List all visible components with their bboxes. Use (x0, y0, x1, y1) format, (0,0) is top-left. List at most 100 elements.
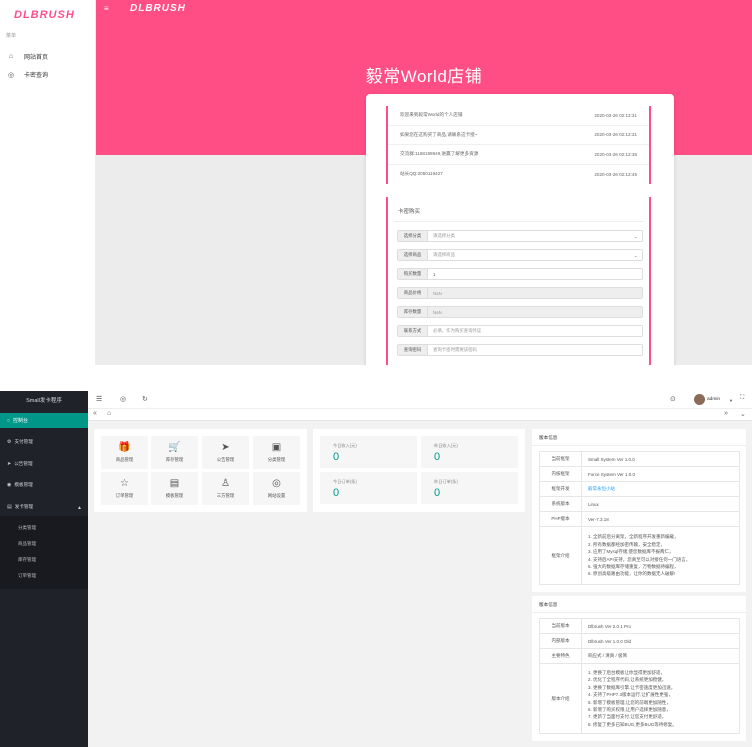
category-select[interactable]: 选择分类 请选择分类 ⌄ (397, 230, 643, 242)
sidebar-item-payment[interactable]: ⚙ 支付管理 (7, 439, 33, 445)
stat-value: 0 (333, 451, 340, 463)
avatar[interactable] (694, 394, 705, 405)
quick-third-party[interactable]: ♙ 三方管理 (202, 472, 249, 505)
row-key: PHP版本 (539, 511, 582, 527)
quick-category[interactable]: ▣ 分类管理 (253, 436, 300, 469)
row-value: Dlbrush Ver 2.0.1 Pro (581, 618, 740, 634)
quick-label: 库存管理 (165, 457, 184, 462)
sidebar-item-label: 控制台 (13, 418, 29, 424)
notice-list: 欢迎来到毅常World的个人店铺 2020-03-26 02:13:31 如果您… (386, 106, 651, 184)
globe-icon: ◎ (7, 71, 15, 79)
notice-item: 交流群:1158199849,进赢了解更多资源 2020-03-26 02:13… (388, 145, 649, 165)
intro-line: 6. 原创高级路由功能，让你的数据无人破解! (588, 571, 676, 577)
chevron-down-icon[interactable]: ⌄ (634, 250, 642, 260)
hamburger-icon[interactable]: ≡ (104, 4, 109, 13)
table-row: 框架开发 毅常永恒小站 (539, 481, 740, 497)
chevron-down-icon[interactable]: ⌄ (634, 231, 642, 241)
quick-stock[interactable]: 🛒 库存管理 (151, 436, 198, 469)
intro-line: 5. 新增了模板管理,让您的前端更加随性， (588, 699, 671, 705)
field-label: 查询密码 (398, 345, 428, 355)
quick-links-panel: 🎁 商品管理 🛒 库存管理 ➤ 公告管理 ▣ 分类管理 ☆ 订单管理 ▤ 模板管 (94, 429, 307, 512)
shop-card: 欢迎来到毅常World的个人店铺 2020-03-26 02:13:31 如果您… (366, 94, 674, 365)
field-label: 购买数量 (398, 269, 428, 279)
header-logo[interactable]: DLBRUSH (130, 3, 186, 14)
username[interactable]: admin (707, 397, 720, 402)
quick-notice[interactable]: ➤ 公告管理 (202, 436, 249, 469)
admin-brand[interactable]: Small发卡程序 (0, 391, 88, 409)
quantity-row: 购买数量 1 (397, 268, 643, 280)
product-select[interactable]: 选择商品 请选择商品 ⌄ (397, 249, 643, 261)
contact-input[interactable]: 必填，作为购买查询凭证 (428, 326, 642, 336)
console-icon: ○ (7, 417, 11, 424)
intro-list: 1. 全新前后分离架，全新程序开发重新编载， 2. 所有数据都经加密传输，安全稳… (581, 526, 740, 585)
lock-icon[interactable]: ⊙ (670, 395, 676, 403)
submenu-item-stock[interactable]: 库存管理 (18, 557, 36, 563)
quick-site-settings[interactable]: ◎ 网站设置 (253, 472, 300, 505)
field-label: 联系方式 (398, 326, 428, 336)
intro-line: 2. 优化了全程序代码,让系统更加稳健， (588, 677, 667, 683)
program-info-table: 当前版本 Dlbrush Ver 2.0.1 Pro 内部版本 Dlbrush Ve… (539, 618, 740, 734)
refresh-icon[interactable]: ↻ (142, 395, 148, 403)
table-row: 系统版本 Linux (539, 496, 740, 512)
intro-line: 3. 应用了Mysql存储,使您数据库不报两仁， (588, 549, 674, 555)
row-key: 当前版本 (539, 618, 582, 634)
quick-label: 订单管理 (115, 493, 134, 498)
send-icon: ➤ (221, 442, 230, 453)
fullscreen-icon[interactable]: ⛶ (740, 395, 744, 402)
intro-line: 2. 所有数据都经加密传输，安全稳定， (588, 541, 666, 547)
tab-home-icon[interactable]: ⌂ (107, 410, 111, 417)
row-key: 当前框架 (539, 451, 582, 467)
stat-today-orders: 今日订单(条) 0 (320, 472, 417, 504)
sidebar-item-home[interactable]: ⌂ 网站首页 (6, 52, 48, 61)
admin-tabbar: « ⌂ » ⌄ (88, 409, 752, 421)
developer-link[interactable]: 毅常永恒小站 (588, 486, 615, 491)
stat-value: 0 (333, 487, 340, 499)
row-key: 内核框架 (539, 466, 582, 482)
row-key: 框架介绍 (539, 526, 582, 585)
sidebar-toggle-icon[interactable]: ☰ (96, 395, 102, 403)
notice-text: 欢迎来到毅常World的个人店铺 (400, 112, 463, 118)
sidebar-item-console[interactable]: ○ 控制台 (0, 413, 88, 428)
sidebar-item-template[interactable]: ◉ 模板管理 (7, 482, 33, 488)
row-value: 响应式 / 清爽 / 极简 (581, 648, 740, 664)
quick-template[interactable]: ▤ 模板管理 (151, 472, 198, 505)
stock-value: NaN (428, 307, 642, 317)
row-key: 主要特色 (539, 648, 582, 664)
tab-next-icon[interactable]: » (724, 410, 728, 417)
notice-text: 交流群:1158199849,进赢了解更多资源 (400, 151, 479, 157)
sidebar-item-card-query[interactable]: ◎ 卡密查询 (6, 70, 48, 80)
quick-product[interactable]: 🎁 商品管理 (101, 436, 148, 469)
stat-label: 昨日收入(元) (434, 443, 458, 448)
chevron-down-icon[interactable]: ▼ (729, 398, 733, 403)
card-submenu: 分类管理 商品管理 库存管理 订单管理 (0, 516, 88, 589)
submenu-item-order[interactable]: 订单管理 (18, 573, 36, 579)
intro-line: 4. 支持后API支持，您真至可以对接任何一门语言， (588, 556, 691, 562)
notice-item: 站长QQ:2050119427 2020-03-26 02:13:45 (388, 165, 649, 185)
shop-main: ≡ DLBRUSH 毅常World店铺 欢迎来到毅常World的个人店铺 202… (96, 0, 752, 365)
globe-icon[interactable]: ◎ (120, 395, 126, 403)
stat-today-income: 今日收入(元) 0 (320, 436, 417, 468)
intro-line: 6. 新增了购买权限,让用户选择更加随意， (588, 706, 671, 712)
caret-up-icon[interactable]: ▲ (77, 505, 82, 511)
intro-line: 1. 更换了后台模板让你显得更加舒适， (588, 669, 666, 675)
chevron-down-icon[interactable]: ⌄ (740, 410, 746, 418)
price-value: NaN (428, 288, 642, 298)
table-row: 框架介绍 1. 全新前后分离架，全新程序开发重新编载， 2. 所有数据都经加密传… (539, 526, 740, 585)
submenu-item-category[interactable]: 分类管理 (18, 525, 36, 531)
shop-sidebar-logo[interactable]: DLBRUSH (14, 9, 75, 21)
field-label: 选择分类 (398, 231, 428, 241)
notice-time: 2020-03-26 02:13:45 (594, 171, 637, 177)
tab-prev-icon[interactable]: « (93, 410, 97, 417)
password-input[interactable]: 查询卡密时需要该密码 (428, 345, 642, 355)
quick-order[interactable]: ☆ 订单管理 (101, 472, 148, 505)
category-select-value[interactable]: 请选择分类 (428, 231, 634, 241)
submenu-item-product[interactable]: 商品管理 (18, 541, 36, 547)
star-icon: ☆ (120, 478, 129, 489)
cart-icon: 🛒 (168, 442, 181, 453)
sidebar-item-notice[interactable]: ➤ 公告管理 (7, 461, 33, 467)
sidebar-item-card[interactable]: ▤ 发卡管理 (7, 504, 33, 510)
product-select-value[interactable]: 请选择商品 (428, 250, 634, 260)
price-row: 商品价格 NaN (397, 287, 643, 299)
notice-text: 站长QQ:2050119427 (400, 171, 443, 177)
quantity-input[interactable]: 1 (428, 269, 642, 279)
